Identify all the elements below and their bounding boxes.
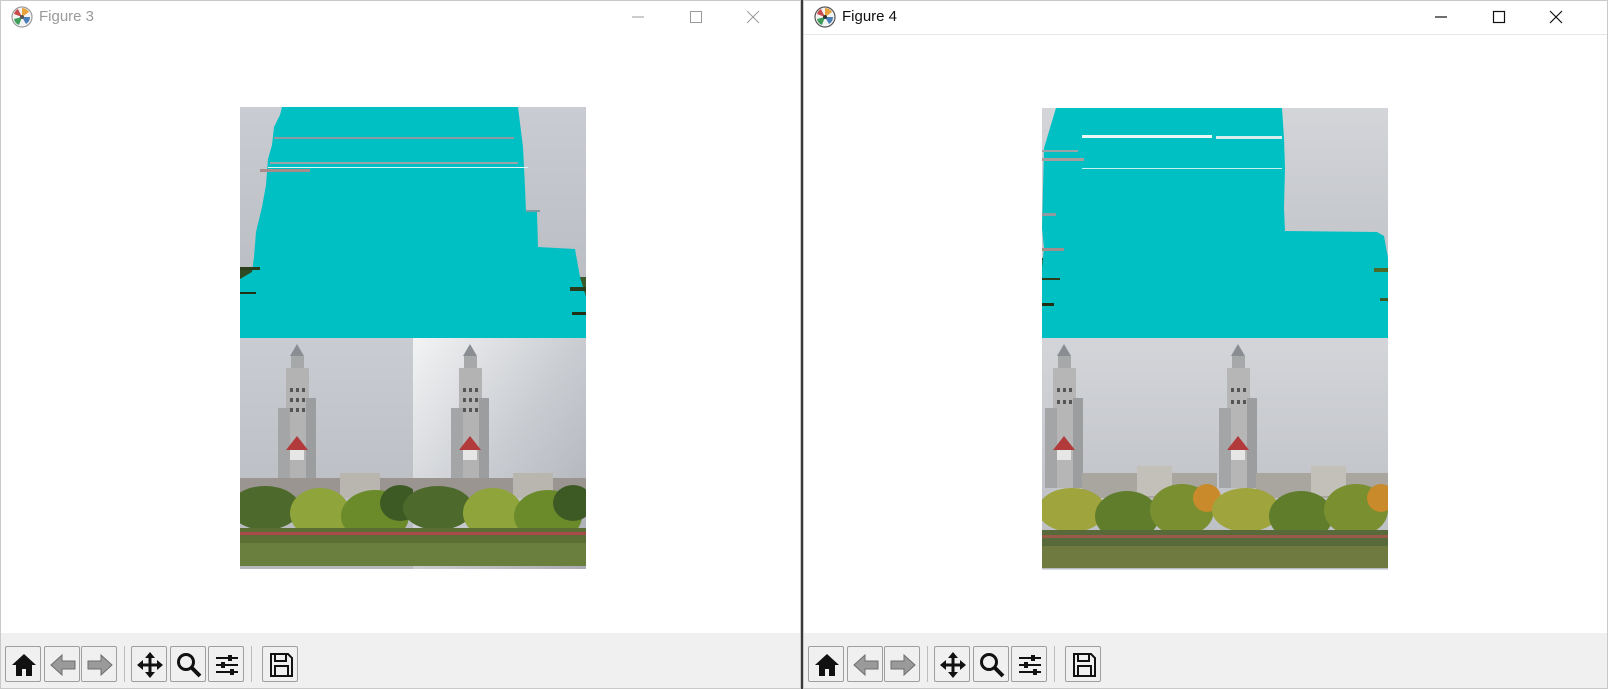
- figure-4-window: Figure 4: [803, 0, 1608, 689]
- figure-3-window: Figure 3: [0, 0, 801, 689]
- navigation-toolbar: [1, 633, 800, 688]
- save-figure-icon: [1073, 653, 1096, 677]
- zoom-button[interactable]: [973, 646, 1009, 682]
- forward-button[interactable]: [884, 646, 920, 682]
- maximize-button[interactable]: [673, 1, 719, 33]
- maximize-icon: [690, 11, 702, 23]
- window-title: Figure 3: [39, 8, 95, 25]
- zoom-magnifier-icon: [980, 653, 1005, 678]
- home-icon: [12, 654, 36, 676]
- close-icon: [746, 10, 760, 24]
- save-button[interactable]: [262, 646, 298, 682]
- window-title: Figure 4: [842, 8, 898, 25]
- pan-move-icon: [137, 652, 163, 678]
- configure-subplots-button[interactable]: [208, 646, 244, 682]
- figure-canvas[interactable]: [1, 35, 800, 633]
- minimize-button[interactable]: [1418, 1, 1464, 33]
- pan-button[interactable]: [934, 646, 970, 682]
- zoom-button[interactable]: [170, 646, 206, 682]
- toolbar-separator: [124, 646, 125, 682]
- back-button[interactable]: [847, 646, 883, 682]
- home-button[interactable]: [5, 646, 41, 682]
- back-arrow-icon: [50, 653, 76, 677]
- close-button[interactable]: [730, 1, 776, 33]
- zoom-magnifier-icon: [177, 653, 202, 678]
- toolbar-separator: [1054, 646, 1055, 682]
- figure-canvas[interactable]: [804, 35, 1607, 633]
- back-arrow-icon: [853, 653, 879, 677]
- maximize-icon: [1492, 10, 1506, 24]
- maximize-button[interactable]: [1476, 1, 1522, 33]
- configure-subplots-icon: [1019, 655, 1041, 675]
- masked-image-grid: [240, 107, 586, 569]
- image-axes: [240, 107, 586, 569]
- matplotlib-logo-icon: [11, 6, 33, 28]
- configure-subplots-icon: [216, 655, 238, 675]
- pan-move-icon: [940, 652, 966, 678]
- forward-button[interactable]: [81, 646, 117, 682]
- pan-button[interactable]: [131, 646, 167, 682]
- save-figure-icon: [270, 653, 293, 677]
- title-bar[interactable]: Figure 3: [1, 1, 800, 34]
- forward-arrow-icon: [87, 653, 113, 677]
- navigation-toolbar: [804, 633, 1607, 688]
- title-bar[interactable]: Figure 4: [804, 1, 1607, 35]
- configure-subplots-button[interactable]: [1011, 646, 1047, 682]
- matplotlib-logo-icon: [814, 6, 836, 28]
- minimize-button[interactable]: [615, 1, 661, 33]
- image-axes: [1042, 108, 1388, 570]
- close-icon: [1549, 10, 1563, 24]
- close-button[interactable]: [1533, 1, 1579, 33]
- minimize-icon: [1435, 16, 1447, 18]
- masked-image-grid: [1042, 108, 1388, 569]
- toolbar-separator: [251, 646, 252, 682]
- back-button[interactable]: [44, 646, 80, 682]
- toolbar-separator: [927, 646, 928, 682]
- home-icon: [815, 654, 839, 676]
- minimize-icon: [632, 16, 644, 18]
- home-button[interactable]: [808, 646, 844, 682]
- save-button[interactable]: [1065, 646, 1101, 682]
- forward-arrow-icon: [890, 653, 916, 677]
